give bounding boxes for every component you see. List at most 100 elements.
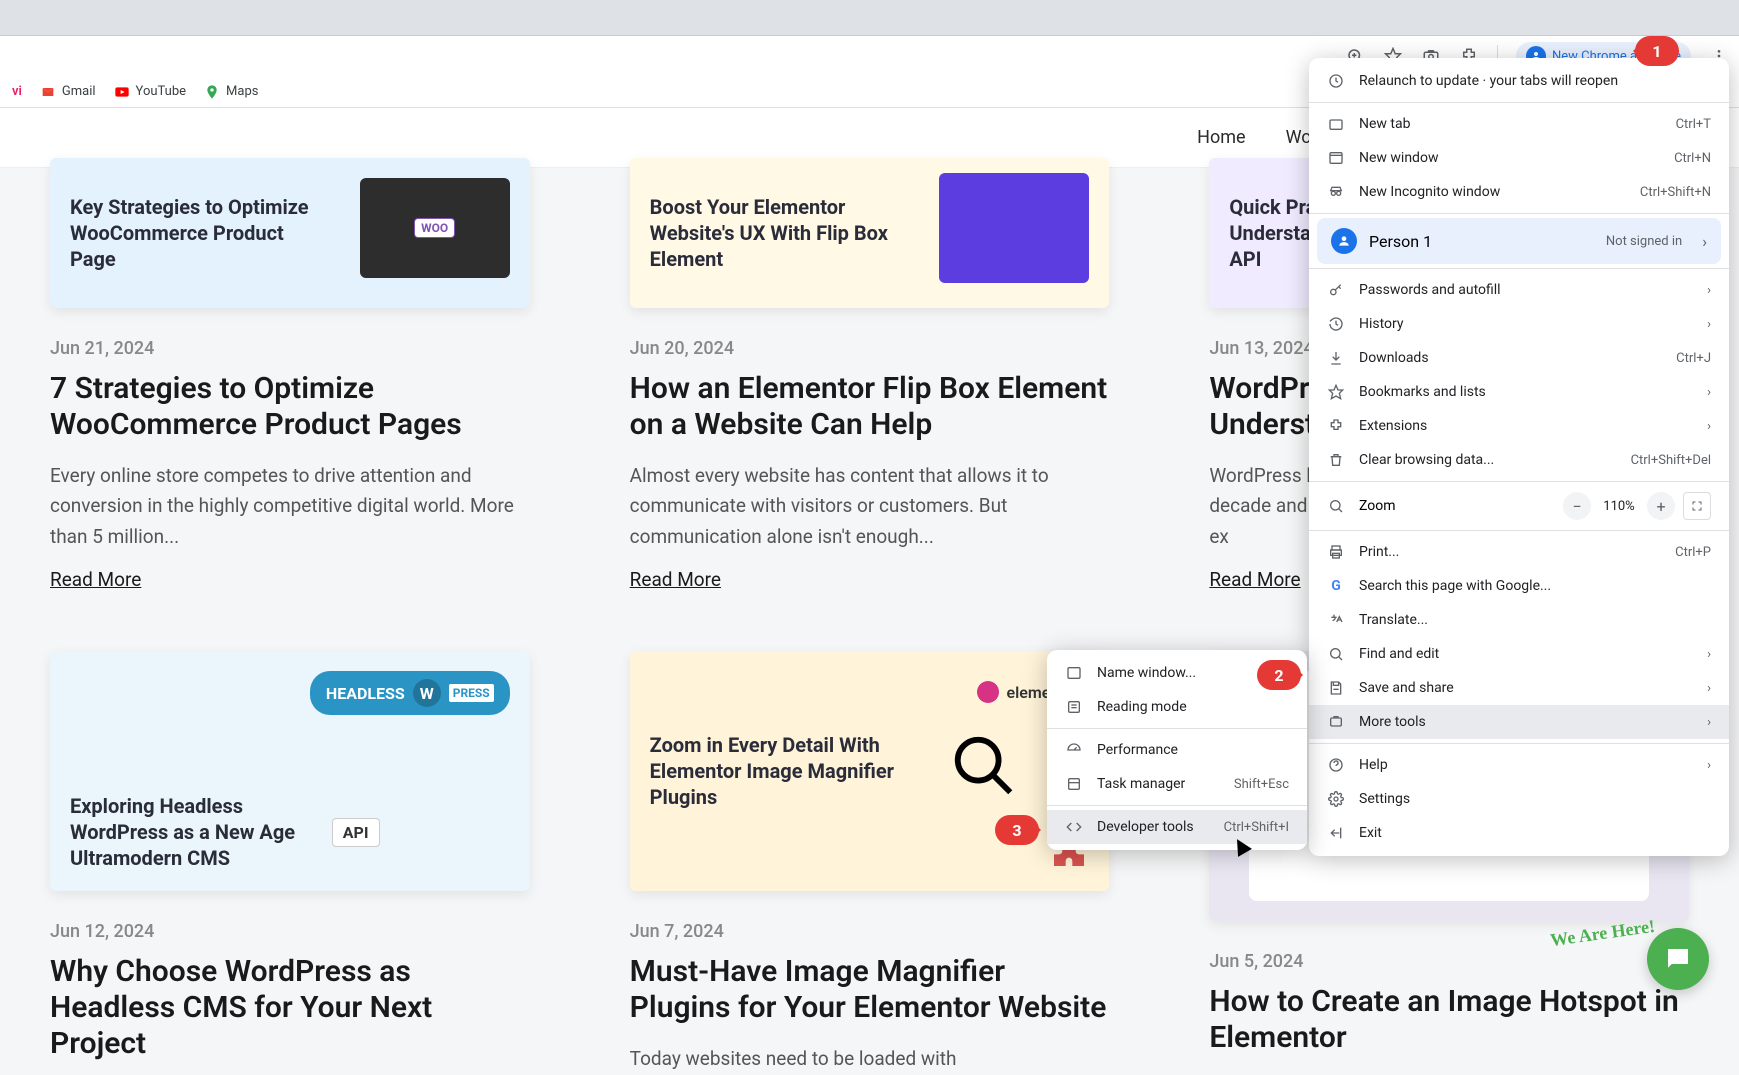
api-badge: API: [332, 818, 380, 847]
read-more-link[interactable]: Read More: [50, 568, 530, 591]
woo-badge: WOO: [414, 218, 455, 238]
chevron-right-icon: ›: [1707, 758, 1711, 773]
chevron-right-icon: ›: [1707, 317, 1711, 332]
card-date: Jun 21, 2024: [50, 338, 530, 359]
fullscreen-button[interactable]: [1683, 492, 1711, 520]
submenu-developer-tools[interactable]: Developer tools Ctrl+Shift+I: [1047, 810, 1307, 844]
menu-save-share[interactable]: Save and share ›: [1309, 671, 1729, 705]
bookmark-gmail[interactable]: Gmail: [40, 84, 96, 100]
blog-card: Key Strategies to Optimize WooCommerce P…: [50, 158, 530, 591]
read-more-link[interactable]: Read More: [630, 568, 1110, 591]
menu-history[interactable]: History ›: [1309, 307, 1729, 341]
submenu-performance[interactable]: Performance: [1047, 733, 1307, 767]
bookmark-vi[interactable]: vi: [12, 84, 22, 99]
card-excerpt: Almost every website has content that al…: [630, 461, 1110, 552]
menu-incognito[interactable]: New Incognito window Ctrl+Shift+N: [1309, 175, 1729, 209]
gmail-icon: [40, 84, 56, 100]
menu-downloads[interactable]: Downloads Ctrl+J: [1309, 341, 1729, 375]
wordpress-icon: W: [413, 679, 441, 707]
chevron-right-icon: ›: [1707, 385, 1711, 400]
translate-icon: [1327, 612, 1345, 628]
update-icon: [1327, 73, 1345, 89]
task-icon: [1065, 776, 1083, 792]
chevron-right-icon: ›: [1707, 419, 1711, 434]
chrome-menu: Relaunch to update · your tabs will reop…: [1309, 58, 1729, 856]
avatar-icon: [1331, 228, 1357, 254]
blog-card: Boost Your Elementor Website's UX With F…: [630, 158, 1110, 591]
nav-home[interactable]: Home: [1197, 127, 1245, 148]
card-date: Jun 5, 2024: [1209, 951, 1689, 972]
speedometer-icon: [1065, 742, 1083, 758]
card-title[interactable]: How to Create an Image Hotspot in Elemen…: [1209, 984, 1689, 1056]
menu-more-tools[interactable]: More tools ›: [1309, 705, 1729, 739]
card-date: Jun 12, 2024: [50, 921, 530, 942]
card-title[interactable]: 7 Strategies to Optimize WooCommerce Pro…: [50, 371, 530, 443]
card-title[interactable]: How an Elementor Flip Box Element on a W…: [630, 371, 1110, 443]
submenu-task-manager[interactable]: Task manager Shift+Esc: [1047, 767, 1307, 801]
elementor-icon: [977, 681, 999, 703]
chat-button[interactable]: [1647, 928, 1709, 990]
menu-new-tab[interactable]: New tab Ctrl+T: [1309, 107, 1729, 141]
chevron-right-icon: ›: [1707, 715, 1711, 730]
menu-bookmarks[interactable]: Bookmarks and lists ›: [1309, 375, 1729, 409]
zoom-in-button[interactable]: +: [1647, 492, 1675, 520]
puzzle-icon: [1327, 418, 1345, 434]
card-excerpt: Every online store competes to drive att…: [50, 461, 530, 552]
menu-relaunch[interactable]: Relaunch to update · your tabs will reop…: [1309, 64, 1729, 98]
tools-icon: [1327, 714, 1345, 730]
callout-2: 2: [1257, 660, 1301, 690]
menu-print[interactable]: Print... Ctrl+P: [1309, 535, 1729, 569]
card-date: Jun 20, 2024: [630, 338, 1110, 359]
card-title[interactable]: Must-Have Image Magnifier Plugins for Yo…: [630, 954, 1110, 1026]
help-icon: [1327, 757, 1345, 773]
menu-profile[interactable]: Person 1 Not signed in ›: [1317, 218, 1721, 264]
chevron-right-icon: ›: [1702, 232, 1707, 251]
search-icon: [1327, 646, 1345, 662]
card-title[interactable]: Why Choose WordPress as Headless CMS for…: [50, 954, 530, 1062]
card-thumbnail[interactable]: Zoom in Every Detail With Elementor Imag…: [630, 651, 1110, 891]
menu-new-window[interactable]: New window Ctrl+N: [1309, 141, 1729, 175]
headless-badge: HEADLESS: [326, 684, 405, 703]
menu-passwords[interactable]: Passwords and autofill ›: [1309, 273, 1729, 307]
download-icon: [1327, 350, 1345, 366]
bookmark-label: Maps: [226, 84, 258, 99]
menu-zoom: Zoom − 110% +: [1309, 486, 1729, 526]
menu-search-page[interactable]: G Search this page with Google...: [1309, 569, 1729, 603]
menu-help[interactable]: Help ›: [1309, 748, 1729, 782]
card-thumbnail[interactable]: Key Strategies to Optimize WooCommerce P…: [50, 158, 530, 308]
browser-tab-strip: [0, 0, 1739, 36]
card-date: Jun 7, 2024: [630, 921, 1110, 942]
zoom-out-button[interactable]: −: [1563, 492, 1591, 520]
chevron-right-icon: ›: [1707, 647, 1711, 662]
menu-extensions[interactable]: Extensions ›: [1309, 409, 1729, 443]
callout-3: 3: [995, 815, 1039, 845]
menu-clear-data[interactable]: Clear browsing data... Ctrl+Shift+Del: [1309, 443, 1729, 477]
window-icon: [1327, 150, 1345, 166]
maps-icon: [204, 84, 220, 100]
history-icon: [1327, 316, 1345, 332]
save-icon: [1327, 680, 1345, 696]
bookmark-youtube[interactable]: YouTube: [114, 84, 187, 100]
submenu-reading-mode[interactable]: Reading mode: [1047, 690, 1307, 724]
card-thumbnail[interactable]: Boost Your Elementor Website's UX With F…: [630, 158, 1110, 308]
reading-icon: [1065, 699, 1083, 715]
blog-card: Zoom in Every Detail With Elementor Imag…: [630, 651, 1110, 1074]
zoom-value: 110%: [1599, 499, 1639, 514]
gear-icon: [1327, 791, 1345, 807]
tab-icon: [1327, 116, 1345, 132]
incognito-icon: [1327, 184, 1345, 200]
bookmark-maps[interactable]: Maps: [204, 84, 258, 100]
menu-exit[interactable]: Exit: [1309, 816, 1729, 850]
menu-find-edit[interactable]: Find and edit ›: [1309, 637, 1729, 671]
card-excerpt: Today websites need to be loaded with: [630, 1044, 1110, 1074]
menu-settings[interactable]: Settings: [1309, 782, 1729, 816]
card-thumbnail[interactable]: HEADLESS W PRESS Exploring Headless Word…: [50, 651, 530, 891]
bookmark-label: YouTube: [136, 84, 187, 99]
menu-translate[interactable]: Translate...: [1309, 603, 1729, 637]
chevron-right-icon: ›: [1707, 681, 1711, 696]
print-icon: [1327, 544, 1345, 560]
blog-card: HEADLESS W PRESS Exploring Headless Word…: [50, 651, 530, 1074]
exit-icon: [1327, 825, 1345, 841]
chat-icon: [1663, 944, 1693, 974]
google-icon: G: [1327, 578, 1345, 594]
